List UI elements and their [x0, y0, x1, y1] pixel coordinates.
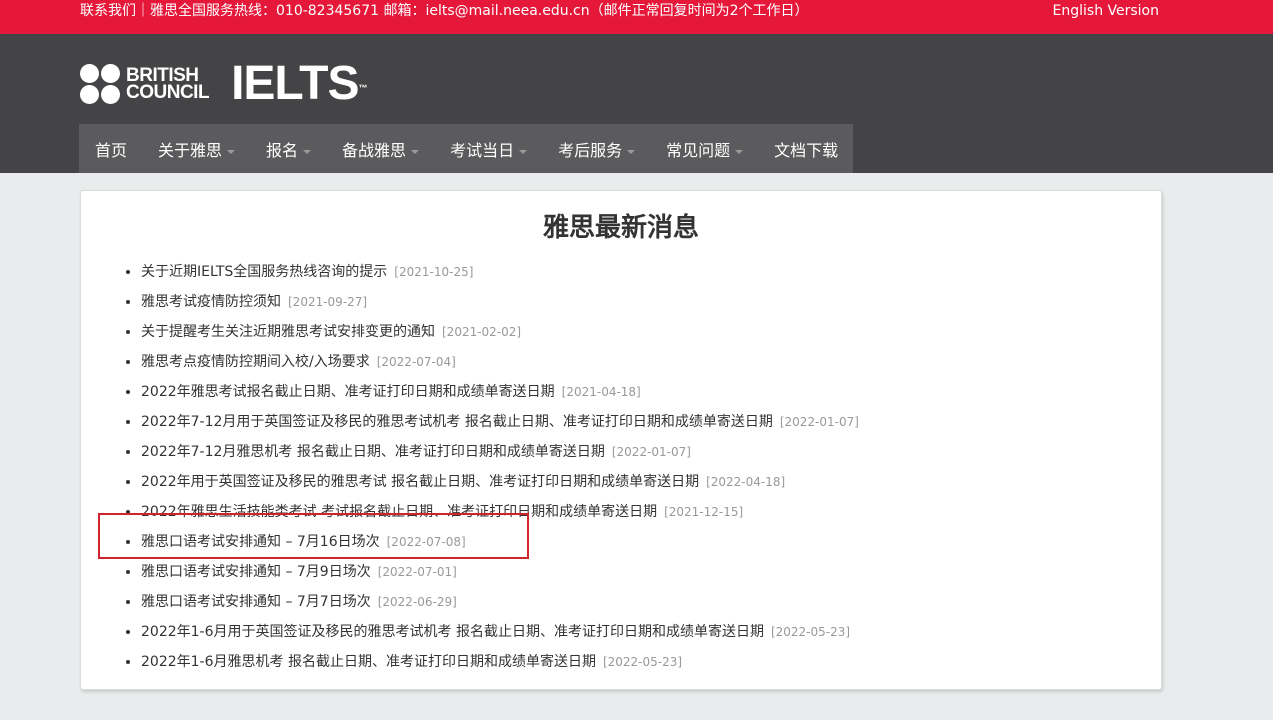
caret-down-icon: [735, 149, 744, 154]
nav-item-label: 报名: [266, 140, 299, 160]
list-item: 雅思考点疫情防控期间入校/入场要求 [2022-07-04]: [141, 347, 859, 377]
news-link[interactable]: 雅思考试疫情防控须知: [141, 294, 281, 310]
nav-item-label: 备战雅思: [342, 140, 407, 160]
news-link[interactable]: 2022年雅思考试报名截止日期、准考证打印日期和成绩单寄送日期: [141, 384, 555, 400]
nav-item-label: 考试当日: [450, 140, 515, 160]
news-link[interactable]: 雅思口语考试安排通知 – 7月16日场次: [141, 534, 380, 550]
nav-item-1[interactable]: 关于雅思: [142, 137, 250, 161]
news-date: [2021-02-02]: [442, 325, 522, 339]
news-date: [2022-07-01]: [377, 565, 457, 579]
news-date: [2022-05-23]: [602, 655, 683, 669]
list-item: 雅思口语考试安排通知 – 7月9日场次 [2022-07-01]: [141, 557, 859, 587]
page-title: 雅思最新消息: [542, 213, 699, 243]
list-item: 关于近期IELTS全国服务热线咨询的提示 [2021-10-25]: [141, 257, 859, 287]
news-link[interactable]: 雅思口语考试安排通知 – 7月9日场次: [141, 564, 371, 580]
nav-item-7[interactable]: 文档下载: [758, 137, 853, 161]
list-item: 2022年1-6月雅思机考 报名截止日期、准考证打印日期和成绩单寄送日期 [202…: [141, 647, 859, 677]
news-link[interactable]: 2022年1-6月雅思机考 报名截止日期、准考证打印日期和成绩单寄送日期: [141, 654, 596, 670]
news-link[interactable]: 关于提醒考生关注近期雅思考试安排变更的通知: [141, 324, 435, 340]
news-date: [2022-01-07]: [611, 445, 691, 459]
news-date: [2021-09-27]: [288, 295, 368, 309]
news-date: [2021-10-25]: [394, 265, 474, 279]
caret-down-icon: [519, 149, 528, 154]
list-item: 2022年雅思生活技能类考试 考试报名截止日期、准考证打印日期和成绩单寄送日期 […: [141, 497, 859, 527]
news-link[interactable]: 雅思考点疫情防控期间入校/入场要求: [141, 354, 370, 370]
news-date: [2022-06-29]: [377, 595, 457, 609]
news-link[interactable]: 2022年7-12月用于英国签证及移民的雅思考试机考 报名截止日期、准考证打印日…: [141, 414, 773, 430]
site-header: BRITISH COUNCIL IELTS™ 首页 关于雅思 报名 备战雅思 考试当日 考…: [0, 34, 1273, 173]
news-date: [2021-12-15]: [664, 505, 744, 519]
nav-item-label: 首页: [95, 140, 128, 160]
news-date: [2022-05-23]: [770, 625, 851, 639]
nav-item-label: 关于雅思: [158, 140, 223, 160]
list-item: 雅思口语考试安排通知 – 7月7日场次 [2022-06-29]: [141, 587, 859, 617]
nav-item-4[interactable]: 考试当日: [434, 137, 542, 161]
nav-item-0[interactable]: 首页: [79, 137, 142, 161]
news-link[interactable]: 2022年用于英国签证及移民的雅思考试 报名截止日期、准考证打印日期和成绩单寄送…: [141, 474, 699, 490]
news-link[interactable]: 关于近期IELTS全国服务热线咨询的提示: [141, 264, 387, 280]
top-bar: 联系我们｜雅思全国服务热线：010-82345671 邮箱：ielts@mail…: [0, 0, 1273, 34]
nav-item-5[interactable]: 考后服务: [542, 137, 650, 161]
caret-down-icon: [227, 149, 236, 154]
nav-item-label: 文档下载: [774, 140, 839, 160]
nav-item-3[interactable]: 备战雅思: [326, 137, 434, 161]
list-item: 2022年7-12月用于英国签证及移民的雅思考试机考 报名截止日期、准考证打印日…: [141, 407, 859, 437]
list-item: 雅思口语考试安排通知 – 7月16日场次 [2022-07-08]: [141, 527, 859, 557]
list-item: 雅思考试疫情防控须知 [2021-09-27]: [141, 287, 859, 317]
news-list: 关于近期IELTS全国服务热线咨询的提示 [2021-10-25] 雅思考试疫情防控…: [121, 257, 859, 677]
nav-item-label: 考后服务: [558, 140, 623, 160]
ielts-wordmark: IELTS™: [231, 57, 367, 110]
news-date: [2022-01-07]: [779, 415, 859, 429]
news-card: 雅思最新消息 关于近期IELTS全国服务热线咨询的提示 [2021-10-25] 雅…: [80, 190, 1162, 690]
news-date: [2021-04-18]: [561, 385, 641, 399]
contact-info: 联系我们｜雅思全国服务热线：010-82345671 邮箱：ielts@mail…: [80, 3, 809, 19]
caret-down-icon: [303, 149, 312, 154]
main-nav: 首页 关于雅思 报名 备战雅思 考试当日 考后服务 常见问题 文档下载: [79, 124, 854, 173]
british-council-logo-icon: [80, 64, 120, 104]
nav-item-label: 常见问题: [666, 140, 731, 160]
site-logo[interactable]: BRITISH COUNCIL IELTS™: [80, 57, 368, 110]
list-item: 2022年雅思考试报名截止日期、准考证打印日期和成绩单寄送日期 [2021-04-…: [141, 377, 859, 407]
news-link[interactable]: 雅思口语考试安排通知 – 7月7日场次: [141, 594, 371, 610]
news-link[interactable]: 2022年7-12月雅思机考 报名截止日期、准考证打印日期和成绩单寄送日期: [141, 444, 605, 460]
list-item: 2022年1-6月用于英国签证及移民的雅思考试机考 报名截止日期、准考证打印日期…: [141, 617, 859, 647]
news-link[interactable]: 2022年雅思生活技能类考试 考试报名截止日期、准考证打印日期和成绩单寄送日期: [141, 504, 657, 520]
caret-down-icon: [411, 149, 420, 154]
news-date: [2022-07-08]: [386, 535, 466, 549]
list-item: 关于提醒考生关注近期雅思考试安排变更的通知 [2021-02-02]: [141, 317, 859, 347]
nav-item-2[interactable]: 报名: [250, 137, 326, 161]
list-item: 2022年用于英国签证及移民的雅思考试 报名截止日期、准考证打印日期和成绩单寄送…: [141, 467, 859, 497]
british-council-wordmark: BRITISH COUNCIL: [126, 65, 210, 103]
news-link[interactable]: 2022年1-6月用于英国签证及移民的雅思考试机考 报名截止日期、准考证打印日期…: [141, 624, 764, 640]
english-version-link[interactable]: English Version: [1053, 2, 1159, 20]
list-item: 2022年7-12月雅思机考 报名截止日期、准考证打印日期和成绩单寄送日期 [20…: [141, 437, 859, 467]
nav-item-6[interactable]: 常见问题: [650, 137, 758, 161]
news-date: [2022-04-18]: [706, 475, 786, 489]
caret-down-icon: [627, 149, 636, 154]
news-date: [2022-07-04]: [376, 355, 456, 369]
